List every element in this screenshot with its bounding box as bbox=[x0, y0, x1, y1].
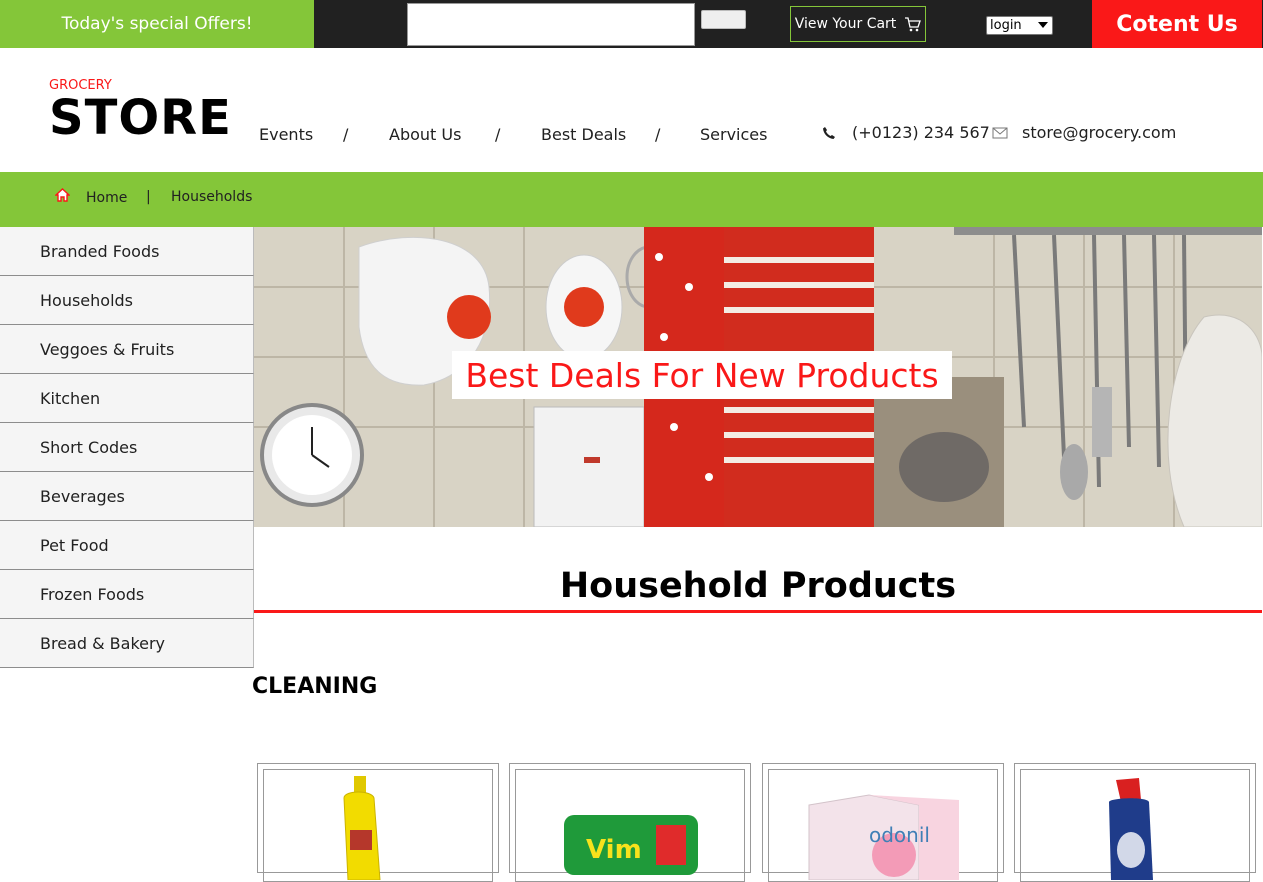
sidebar-item-frozen-foods[interactable]: Frozen Foods bbox=[0, 570, 254, 619]
svg-text:Vim: Vim bbox=[586, 835, 642, 865]
email-address[interactable]: store@grocery.com bbox=[1022, 123, 1176, 142]
breadcrumb-current: Households bbox=[171, 189, 253, 205]
page-title: Household Products bbox=[559, 566, 957, 606]
search-button[interactable] bbox=[701, 10, 746, 29]
phone-contact: (+0123) 234 567 bbox=[822, 123, 990, 142]
product-image-frame bbox=[1020, 769, 1250, 882]
login-select-value: login bbox=[990, 18, 1022, 33]
nav-item-about-us[interactable]: About Us bbox=[389, 125, 461, 144]
product-card[interactable]: Vim bbox=[509, 763, 751, 882]
sidebar-item-bread-bakery[interactable]: Bread & Bakery bbox=[0, 619, 254, 668]
home-icon[interactable] bbox=[55, 188, 70, 202]
nav-separator: / bbox=[495, 125, 501, 144]
login-select[interactable]: login bbox=[986, 16, 1053, 35]
nav-separator: / bbox=[343, 125, 349, 144]
nav-item-best-deals[interactable]: Best Deals bbox=[541, 125, 626, 144]
svg-text:odonil: odonil bbox=[869, 823, 930, 847]
category-sidebar: Branded Foods Households Veggoes & Fruit… bbox=[0, 227, 254, 668]
logo-title[interactable]: STORE bbox=[49, 90, 232, 146]
breadcrumb-home-link[interactable]: Home bbox=[86, 190, 127, 206]
sidebar-item-households[interactable]: Households bbox=[0, 276, 254, 325]
sidebar-item-beverages[interactable]: Beverages bbox=[0, 472, 254, 521]
sidebar-item-pet-food[interactable]: Pet Food bbox=[0, 521, 254, 570]
phone-icon bbox=[823, 126, 835, 139]
nav-separator: / bbox=[655, 125, 661, 144]
view-cart-label: View Your Cart bbox=[794, 16, 897, 32]
view-cart-button[interactable]: View Your Cart bbox=[790, 6, 926, 42]
product-card[interactable] bbox=[257, 763, 499, 882]
product-image-frame bbox=[263, 769, 493, 882]
envelope-icon bbox=[992, 127, 1008, 138]
chevron-down-icon bbox=[1038, 22, 1048, 28]
sidebar-item-branded-foods[interactable]: Branded Foods bbox=[0, 227, 254, 276]
sidebar-item-kitchen[interactable]: Kitchen bbox=[0, 374, 254, 423]
product-card[interactable] bbox=[1014, 763, 1256, 882]
sidebar-item-veggies-fruits[interactable]: Veggoes & Fruits bbox=[0, 325, 254, 374]
sidebar-item-short-codes[interactable]: Short Codes bbox=[0, 423, 254, 472]
search-input[interactable] bbox=[407, 3, 695, 46]
category-heading: CLEANING bbox=[252, 674, 378, 699]
title-divider bbox=[254, 610, 1262, 613]
product-image-frame: Vim bbox=[515, 769, 745, 882]
contact-us-button[interactable]: Cotent Us bbox=[1092, 0, 1262, 48]
phone-number: (+0123) 234 567 bbox=[852, 123, 990, 142]
product-card[interactable]: odonil bbox=[762, 763, 1004, 882]
breadcrumb-separator: | bbox=[146, 189, 151, 205]
nav-item-events[interactable]: Events bbox=[259, 125, 313, 144]
special-offers-link[interactable]: Today's special Offers! bbox=[0, 0, 314, 48]
banner-caption: Best Deals For New Products bbox=[452, 351, 952, 399]
email-contact: store@grocery.com bbox=[992, 123, 1176, 142]
product-image-frame: odonil bbox=[768, 769, 998, 882]
nav-item-services[interactable]: Services bbox=[700, 125, 767, 144]
cart-icon bbox=[905, 17, 922, 32]
